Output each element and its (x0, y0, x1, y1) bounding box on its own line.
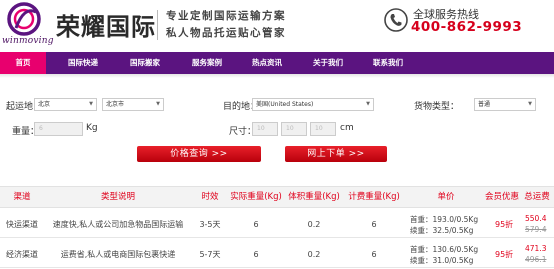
cell-total: 471.3 (525, 244, 547, 253)
col-unit-price: 单价 (437, 192, 455, 202)
col-total: 总运费 (524, 192, 550, 202)
cell-volume-weight: 0.2 (307, 250, 321, 259)
site-header: winmoving 荣耀国际 专业定制国际运输方案 私人物品托运贴心管家 全球服… (0, 0, 554, 52)
col-channel: 渠道 (13, 192, 31, 202)
online-order-button[interactable]: 网上下单 >> (285, 146, 387, 162)
col-billing-weight: 计费重量(Kg) (348, 192, 400, 202)
cell-price-next: 续重：31.0/0.5Kg (410, 256, 474, 265)
brand-name: 荣耀国际 (56, 12, 156, 41)
col-actual-weight: 实际重量(Kg) (230, 192, 282, 202)
size-height-input[interactable]: 10 (310, 122, 336, 136)
cell-original-price: 579.4 (525, 225, 547, 234)
cell-billing-weight: 6 (371, 250, 377, 259)
cell-actual-weight: 6 (253, 250, 259, 259)
logo-icon[interactable] (6, 2, 42, 36)
col-member-discount: 会员优惠 (484, 192, 519, 202)
cell-time: 5-7天 (199, 250, 221, 259)
col-time: 时效 (201, 192, 219, 202)
header-divider (157, 10, 158, 40)
origin-country-value: 北京 (38, 101, 51, 108)
cell-volume-weight: 0.2 (307, 220, 321, 229)
chevron-down-icon: ▼ (366, 101, 370, 107)
size-unit: cm (340, 123, 354, 133)
main-nav: 首页 国际快递 国际搬家 服务案例 热点资讯 关于我们 联系我们 (0, 52, 554, 74)
nav-shadow (0, 74, 554, 78)
nav-item-moving[interactable]: 国际搬家 (120, 52, 170, 74)
weight-unit: Kg (86, 123, 98, 133)
origin-city-value: 北京市 (106, 101, 125, 108)
cell-total: 550.4 (525, 214, 547, 223)
cell-original-price: 496.1 (525, 255, 547, 264)
nav-item-about[interactable]: 关于我们 (303, 52, 353, 74)
cell-price-next: 续重：32.5/0.5Kg (410, 226, 474, 235)
weight-input[interactable]: 6 (34, 122, 83, 136)
chevron-down-icon: ▼ (528, 101, 532, 107)
nav-item-home[interactable]: 首页 (0, 52, 46, 74)
cell-price-first: 首重：130.6/0.5Kg (410, 245, 479, 254)
origin-city-select[interactable]: 北京市 ▼ (102, 98, 164, 111)
size-length-input[interactable]: 10 (252, 122, 278, 136)
cell-channel: 快运渠道 (6, 220, 38, 229)
dest-country-value: 美国(United States) (256, 101, 314, 108)
cell-desc: 运费省,私人或电商国际包裹快递 (60, 250, 176, 259)
nav-item-cases[interactable]: 服务案例 (182, 52, 232, 74)
cell-discount: 95折 (495, 250, 514, 259)
table-row: 快运渠道 速度快,私人或公司加急物品国际运输 3-5天 6 0.2 6 首重：1… (0, 211, 554, 238)
cell-billing-weight: 6 (371, 220, 377, 229)
nav-item-contact[interactable]: 联系我们 (363, 52, 413, 74)
chevron-down-icon: ▼ (89, 101, 93, 107)
cell-discount: 95折 (495, 220, 514, 229)
nav-item-express[interactable]: 国际快递 (58, 52, 108, 74)
cell-desc: 速度快,私人或公司加急物品国际运输 (52, 220, 184, 229)
size-width-input[interactable]: 10 (281, 122, 307, 136)
cargo-type-select[interactable]: 普通 ▼ (474, 98, 536, 111)
origin-country-select[interactable]: 北京 ▼ (34, 98, 97, 111)
cell-channel: 经济渠道 (6, 250, 38, 259)
nav-item-news[interactable]: 热点资讯 (242, 52, 292, 74)
slogan-line-2: 私人物品托运贴心管家 (166, 27, 286, 39)
table-header: 渠道 类型说明 时效 实际重量(Kg) 体积重量(Kg) 计费重量(Kg) 单价… (0, 186, 554, 208)
cell-price-first: 首重：193.0/0.5Kg (410, 215, 479, 224)
chevron-down-icon: ▼ (156, 101, 160, 107)
table-row: 经济渠道 运费省,私人或电商国际包裹快递 5-7天 6 0.2 6 首重：130… (0, 241, 554, 268)
dest-country-select[interactable]: 美国(United States) ▼ (252, 98, 374, 111)
cargo-type-label: 货物类型： (414, 102, 460, 112)
cargo-type-value: 普通 (478, 101, 491, 108)
phone-icon (384, 8, 408, 32)
hotline-number[interactable]: 400-862-9993 (411, 19, 522, 35)
logo-subtitle: winmoving (2, 36, 54, 46)
cell-time: 3-5天 (199, 220, 221, 229)
slogan-line-1: 专业定制国际运输方案 (166, 10, 286, 22)
col-desc: 类型说明 (100, 192, 135, 202)
cell-actual-weight: 6 (253, 220, 259, 229)
price-query-button[interactable]: 价格查询 >> (137, 146, 261, 162)
col-volume-weight: 体积重量(Kg) (288, 192, 340, 202)
